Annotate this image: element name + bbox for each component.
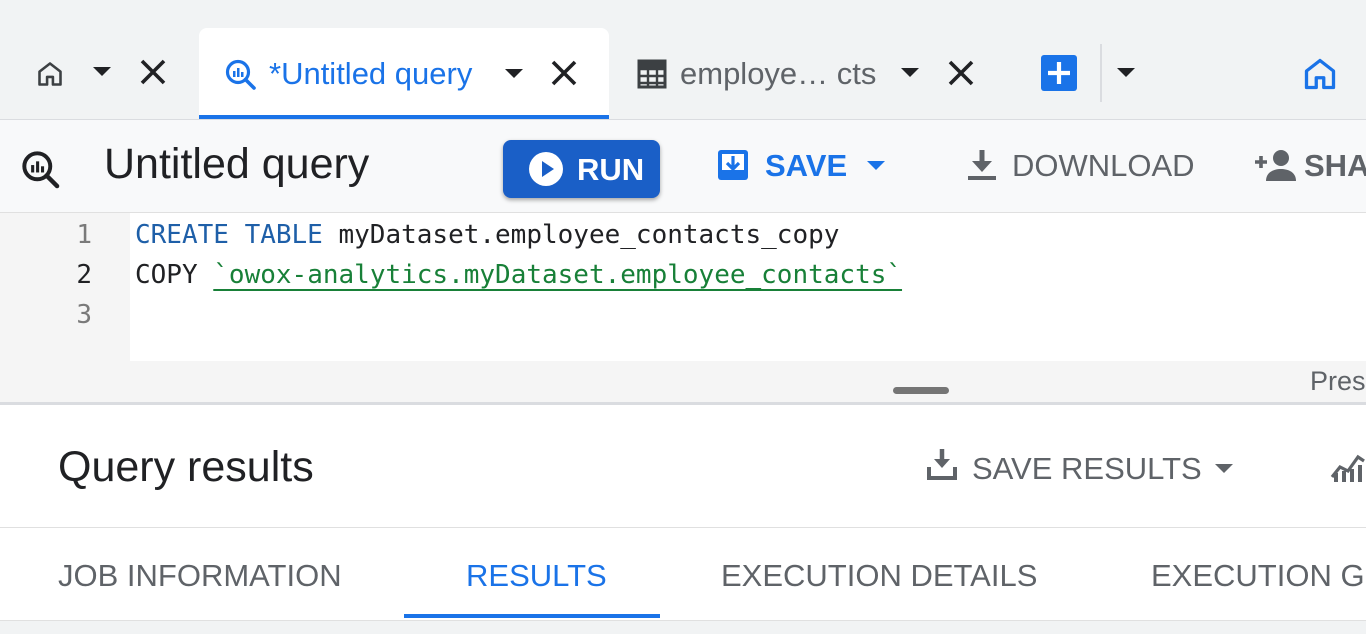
share-button[interactable]: SHA — [1304, 148, 1366, 184]
results-tabs: JOB INFORMATION RESULTS EXECUTION DETAIL… — [0, 528, 1366, 620]
line-number: 1 — [76, 220, 92, 250]
query-toolbar: Untitled query RUN SAVE DOWNLOAD SHA — [0, 120, 1366, 213]
query-icon — [224, 58, 258, 92]
play-icon — [528, 151, 564, 187]
sql-keyword: COPY — [135, 260, 198, 290]
query-results-header: Query results SAVE RESULTS — [0, 405, 1366, 528]
sql-editor[interactable]: 1 2 3 CREATE TABLE myDataset.employee_co… — [0, 213, 1366, 403]
chevron-down-icon[interactable] — [92, 66, 112, 78]
tab-strip: *Untitled query employe… cts — [0, 0, 1366, 120]
tabs-menu-chevron-icon[interactable] — [1116, 67, 1136, 79]
chevron-down-icon[interactable] — [866, 160, 886, 172]
table-icon — [637, 59, 667, 89]
tab-results[interactable]: RESULTS — [466, 558, 607, 594]
chevron-down-icon[interactable] — [900, 67, 920, 79]
sql-keyword: CREATE TABLE — [135, 220, 323, 250]
new-tab-plus-icon[interactable] — [1041, 55, 1077, 91]
home-icon[interactable] — [1302, 56, 1338, 92]
active-tab-indicator — [404, 614, 660, 618]
tab-execution-details[interactable]: EXECUTION DETAILS — [721, 558, 1037, 594]
editor-hint: Pres — [1310, 366, 1366, 396]
tab-execution-graph[interactable]: EXECUTION GR — [1151, 558, 1366, 594]
tab-label: *Untitled query — [269, 56, 473, 91]
explore-chart-icon[interactable] — [1330, 447, 1366, 483]
tab-divider — [1100, 44, 1102, 102]
tab-label: employe… cts — [680, 56, 877, 91]
save-button[interactable]: SAVE — [765, 148, 847, 184]
code-line-2: COPY `owox-analytics.myDataset.employee_… — [135, 260, 902, 290]
editor-resize-handle[interactable] — [893, 387, 949, 394]
chevron-down-icon[interactable] — [504, 68, 524, 80]
results-content-area — [0, 620, 1366, 634]
close-tab-query-icon[interactable] — [550, 59, 578, 87]
tab-job-information[interactable]: JOB INFORMATION — [58, 558, 342, 594]
sql-identifier: myDataset.employee_contacts_copy — [322, 220, 840, 250]
sql-table-reference[interactable]: `owox-analytics.myDataset.employee_conta… — [213, 260, 902, 290]
chevron-down-icon[interactable] — [1214, 463, 1234, 475]
tab-untitled-query[interactable]: *Untitled query — [199, 28, 609, 119]
results-title: Query results — [58, 443, 314, 491]
line-number: 2 — [76, 260, 92, 290]
page-title: Untitled query — [104, 140, 370, 188]
save-icon — [716, 148, 750, 182]
home-icon — [36, 60, 64, 88]
tab-home[interactable] — [0, 0, 196, 119]
run-button[interactable]: RUN — [503, 140, 660, 198]
download-button[interactable]: DOWNLOAD — [1012, 148, 1195, 184]
download-icon — [965, 148, 999, 182]
code-line-1: CREATE TABLE myDataset.employee_contacts… — [135, 220, 839, 250]
share-person-icon — [1252, 148, 1298, 182]
close-tab-home-icon[interactable] — [139, 58, 167, 86]
tab-employee-contacts[interactable]: employe… cts — [610, 0, 1010, 119]
run-label: RUN — [577, 152, 645, 187]
save-results-download-icon — [926, 447, 958, 481]
query-icon — [20, 149, 62, 191]
close-tab-table-icon[interactable] — [947, 59, 975, 87]
save-results-button[interactable]: SAVE RESULTS — [972, 451, 1202, 487]
line-number: 3 — [76, 300, 92, 330]
